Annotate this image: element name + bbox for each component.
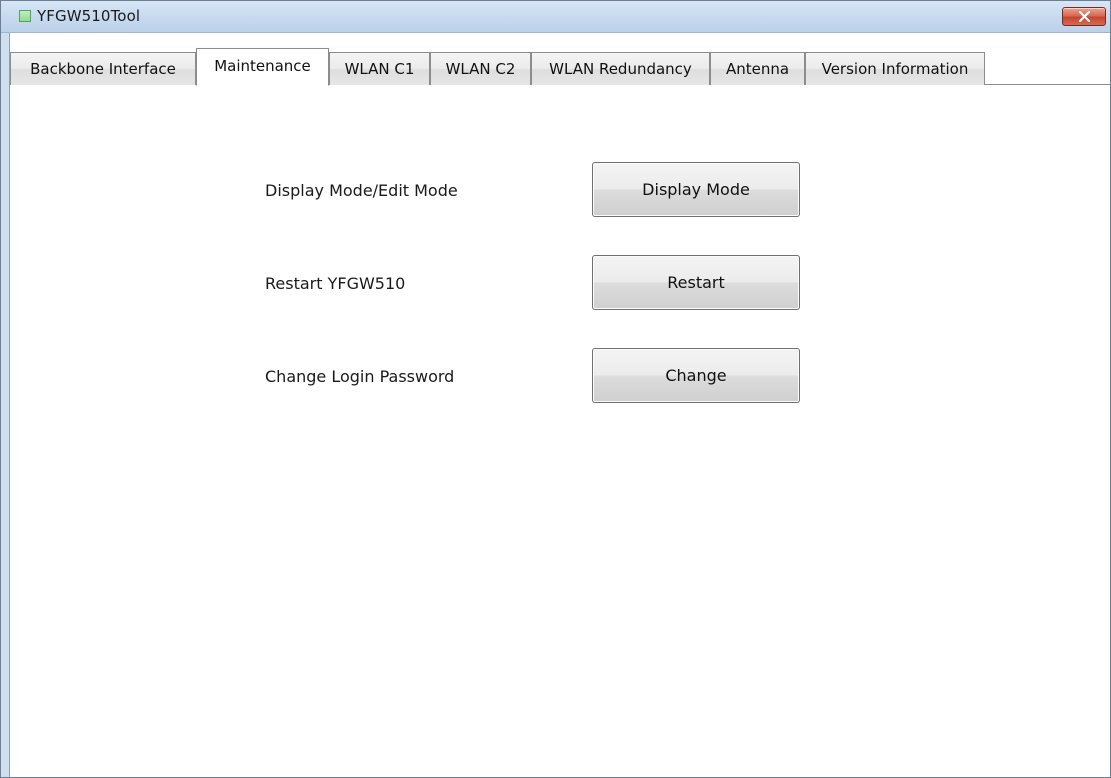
tab-strip: Backbone Interface Maintenance WLAN C1 W… xyxy=(10,48,1110,86)
title-bar[interactable]: YFGW510Tool xyxy=(1,1,1110,33)
close-icon xyxy=(1078,11,1090,22)
tab-wlan-redundancy[interactable]: WLAN Redundancy xyxy=(531,52,710,85)
client-area: Backbone Interface Maintenance WLAN C1 W… xyxy=(9,33,1110,777)
tab-maintenance[interactable]: Maintenance xyxy=(196,48,329,86)
change-password-button[interactable]: Change xyxy=(592,348,800,403)
tab-wlan-c2[interactable]: WLAN C2 xyxy=(430,52,531,85)
tab-version-information[interactable]: Version Information xyxy=(805,52,985,85)
tab-backbone-interface[interactable]: Backbone Interface xyxy=(10,52,196,85)
window-title: YFGW510Tool xyxy=(37,7,141,25)
tab-wlan-c1[interactable]: WLAN C1 xyxy=(329,52,430,85)
app-window: YFGW510Tool Backbone Interface Maintenan… xyxy=(0,0,1111,778)
restart-label: Restart YFGW510 xyxy=(265,274,406,293)
display-mode-button[interactable]: Display Mode xyxy=(592,162,800,217)
app-icon xyxy=(19,10,31,22)
tab-antenna[interactable]: Antenna xyxy=(710,52,805,85)
close-button[interactable] xyxy=(1062,7,1106,26)
restart-button[interactable]: Restart xyxy=(592,255,800,310)
display-mode-label: Display Mode/Edit Mode xyxy=(265,181,458,200)
change-password-label: Change Login Password xyxy=(265,367,455,386)
